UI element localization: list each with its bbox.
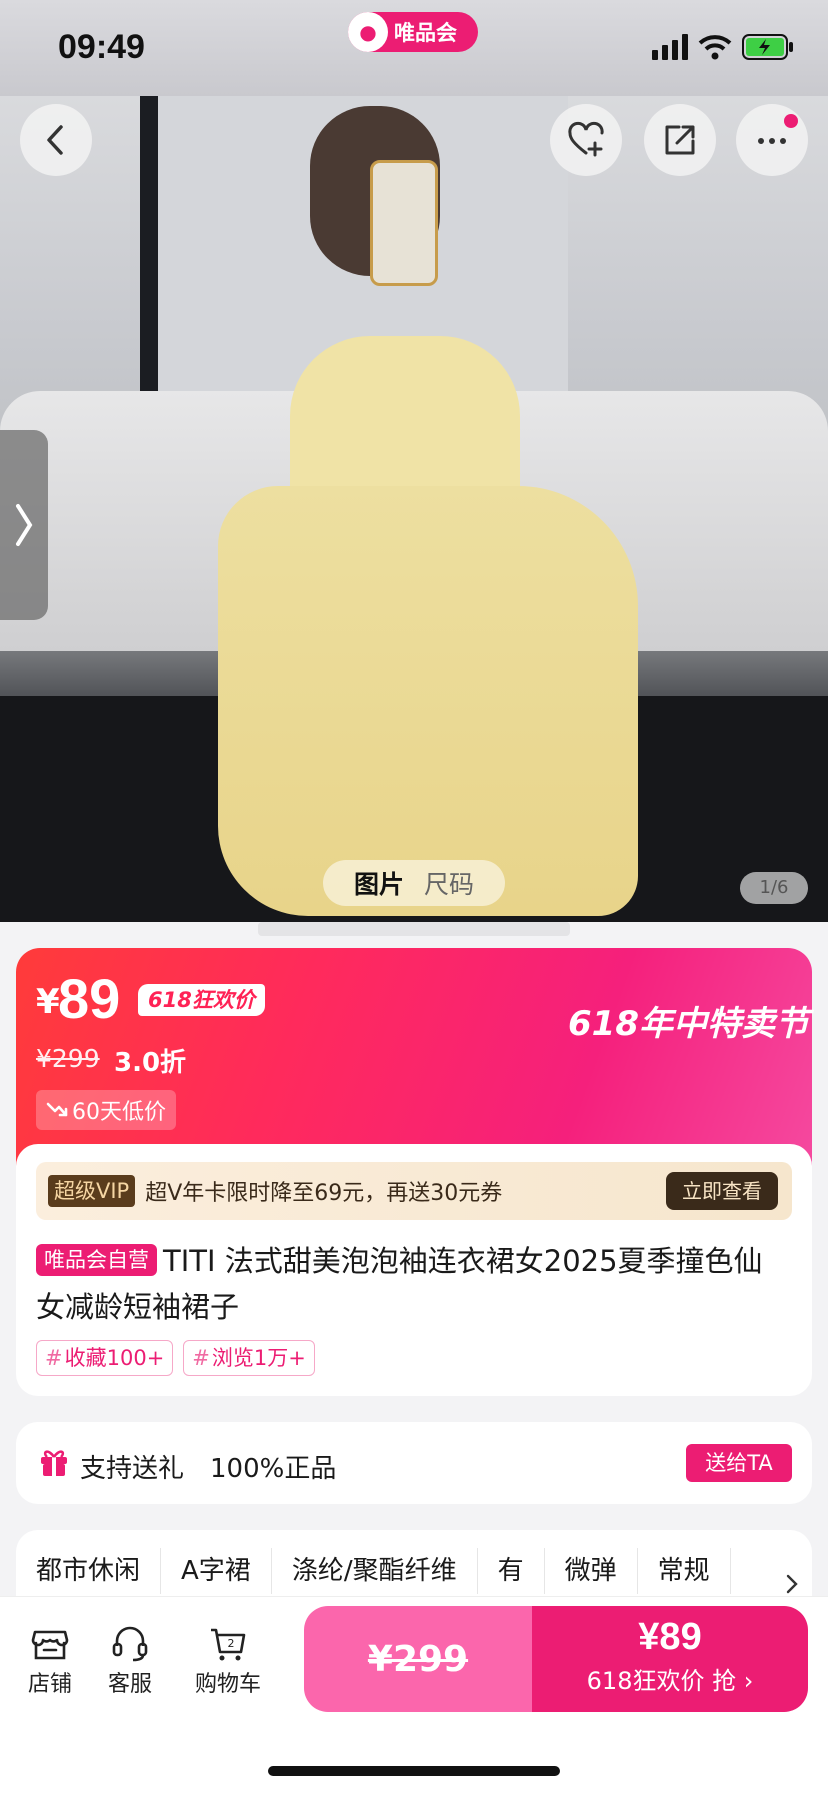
store-icon: [31, 1630, 69, 1660]
more-button[interactable]: [736, 104, 808, 176]
current-price: 89: [58, 967, 121, 1030]
original-price-button[interactable]: ¥299: [304, 1606, 532, 1712]
favorites-count-tag: #收藏100+: [36, 1340, 174, 1376]
notification-dot: [784, 114, 798, 128]
promo-price-tag: 618狂欢价: [138, 984, 265, 1016]
home-indicator: [268, 1766, 560, 1776]
customer-service-button[interactable]: 客服: [90, 1622, 170, 1698]
attribute-item: 都市休闲: [16, 1548, 162, 1594]
send-gift-button[interactable]: 送给TA: [686, 1444, 792, 1482]
cart-icon: 2: [211, 1628, 246, 1661]
attribute-item: A字裙: [161, 1548, 272, 1594]
chevron-right-icon[interactable]: [780, 1572, 804, 1596]
favorite-button[interactable]: [550, 104, 622, 176]
chevron-right-icon: [16, 504, 33, 546]
signal-icon: [652, 34, 690, 64]
attribute-item: 有: [478, 1548, 545, 1594]
attribute-item: 微弹: [545, 1548, 638, 1594]
original-price: ¥299: [36, 1044, 100, 1073]
cart-label: 购物车: [194, 1672, 261, 1697]
attribute-item: 涤纶/聚酯纤维: [272, 1548, 478, 1594]
app-badge: ● 唯品会: [348, 12, 478, 52]
wifi-icon: [698, 34, 732, 64]
gift-support-label: 支持送礼: [80, 1454, 185, 1484]
chevron-right-icon: ›: [743, 1667, 754, 1695]
mascot-icon: ●: [348, 12, 388, 52]
vip-tag: 超级VIP: [48, 1175, 136, 1207]
attribute-item: 常规: [638, 1548, 731, 1594]
media-tab-switch: 图片 尺码: [323, 860, 505, 906]
more-icon: [758, 138, 786, 144]
side-drawer-handle[interactable]: [0, 430, 48, 620]
buy-price: ¥89: [638, 1616, 702, 1658]
trend-down-icon: [46, 1102, 68, 1117]
currency-symbol: ¥: [36, 982, 60, 1022]
discount-rate: 3.0折: [114, 1048, 187, 1078]
favorite-add-icon: [568, 121, 604, 157]
store-label: 店铺: [27, 1672, 72, 1697]
headset-icon: [112, 1626, 148, 1662]
battery-icon: [742, 34, 794, 64]
back-icon: [47, 125, 63, 155]
festival-title: 618年中特卖节: [568, 1004, 809, 1044]
tab-size[interactable]: 尺码: [424, 865, 474, 901]
share-button[interactable]: [644, 104, 716, 176]
vip-promo-bar[interactable]: 超级VIP 超V年卡限时降至69元，再送30元券 立即查看: [36, 1162, 792, 1220]
image-counter: 1/6: [740, 872, 808, 904]
low-price-label: 60天低价: [72, 1100, 166, 1125]
share-icon: [665, 125, 695, 155]
gift-icon: [41, 1450, 67, 1476]
back-button[interactable]: [20, 104, 92, 176]
status-time: 09:49: [58, 28, 145, 66]
vip-view-button[interactable]: 立即查看: [666, 1172, 778, 1210]
image-phone: [370, 160, 438, 286]
tab-images[interactable]: 图片: [354, 865, 404, 901]
app-badge-label: 唯品会: [394, 21, 457, 45]
attributes-row[interactable]: 都市休闲 A字裙 涤纶/聚酯纤维 有 微弹 常规: [16, 1548, 796, 1594]
buy-label: 618狂欢价 抢: [586, 1667, 737, 1695]
product-image[interactable]: [0, 96, 828, 922]
views-count-tag: #浏览1万+: [183, 1340, 315, 1376]
low-price-badge: 60天低价: [36, 1090, 176, 1130]
image-scroll-strip: [258, 922, 570, 936]
store-button[interactable]: 店铺: [10, 1622, 90, 1698]
product-title-block: 唯品会自营 TITI 法式甜美泡泡袖连衣裙女2025夏季撞色仙女减龄短袖裙子: [36, 1238, 776, 1330]
customer-service-label: 客服: [107, 1672, 152, 1697]
cart-button[interactable]: 2 购物车: [188, 1622, 268, 1698]
cart-count: 2: [228, 1637, 235, 1650]
self-operated-tag: 唯品会自营: [36, 1244, 157, 1276]
stat-tags: #收藏100+ #浏览1万+: [36, 1340, 315, 1376]
vip-promo-text: 超V年卡限时降至69元，再送30元券: [145, 1181, 503, 1206]
buy-now-button[interactable]: ¥89 618狂欢价 抢 ›: [532, 1606, 808, 1712]
image-dress: [218, 486, 638, 916]
genuine-guarantee-label: 100%正品: [210, 1454, 337, 1484]
